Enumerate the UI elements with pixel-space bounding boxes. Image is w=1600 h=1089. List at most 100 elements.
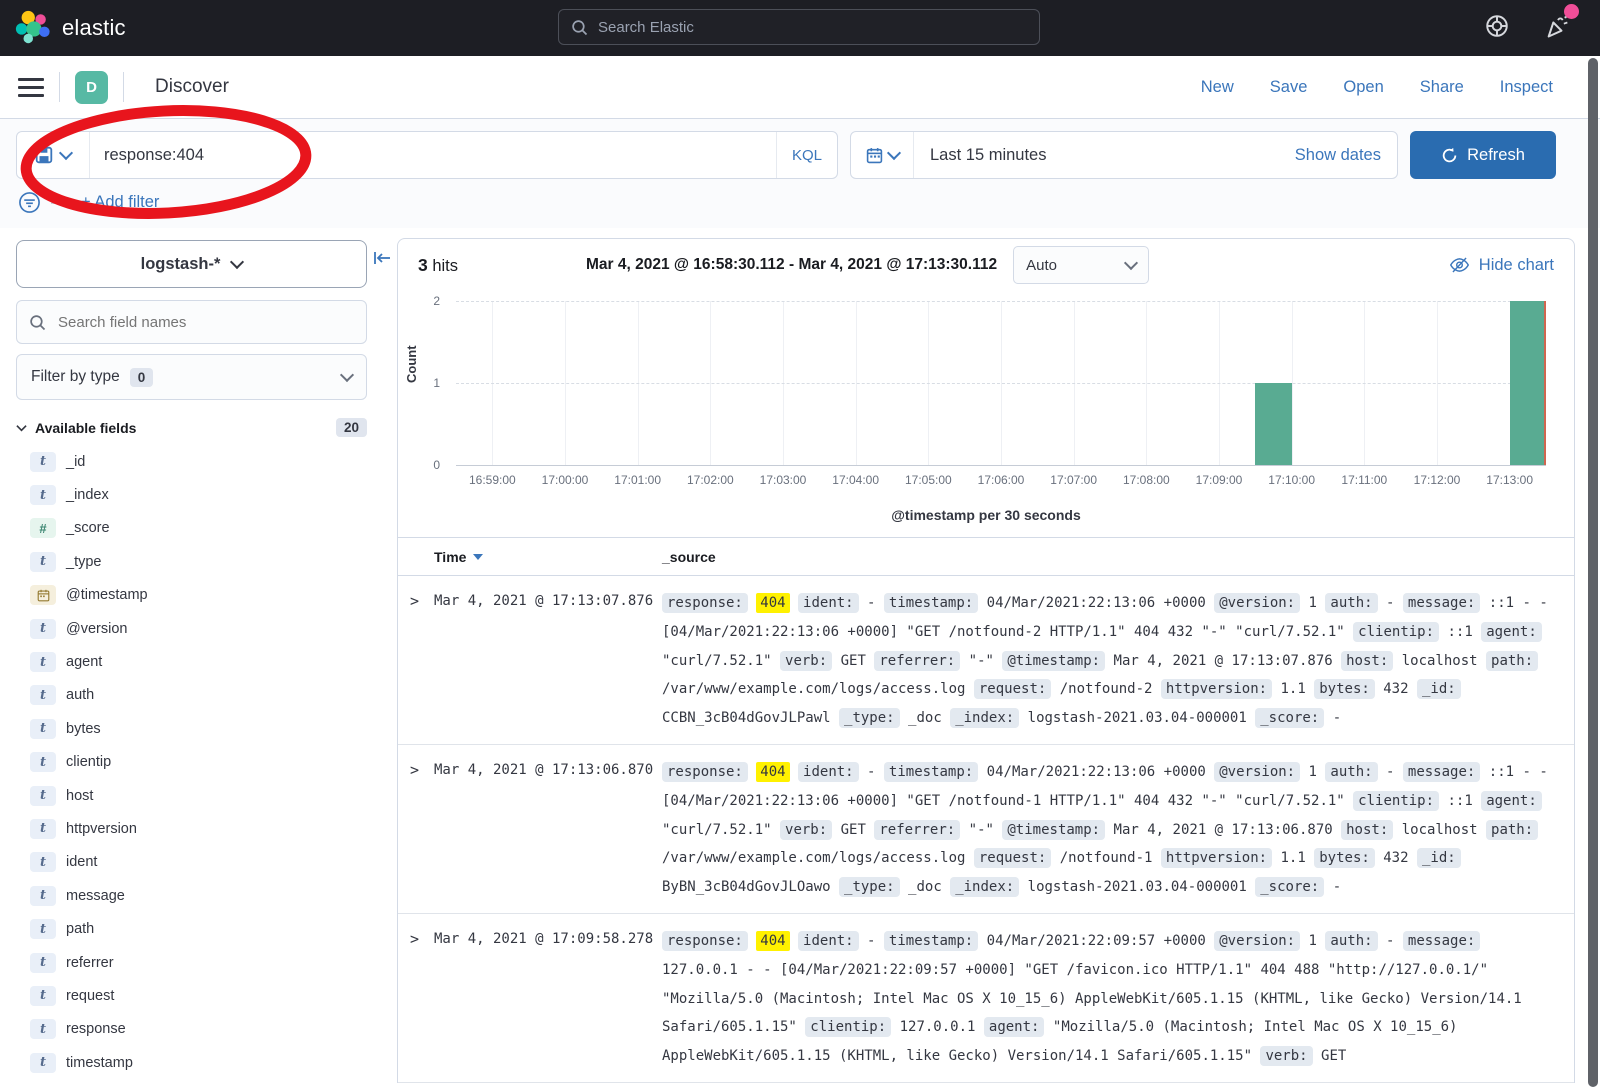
- type-filter-count-badge: 0: [130, 368, 154, 387]
- x-tick-label: 17:09:00: [1196, 473, 1243, 487]
- x-tick-label: 16:59:00: [469, 473, 516, 487]
- show-dates-button[interactable]: Show dates: [1295, 146, 1381, 165]
- x-tick-label: 17:13:00: [1486, 473, 1533, 487]
- source-column-header: _source: [662, 549, 1574, 565]
- source-field-badge: _index:: [950, 708, 1019, 728]
- calendar-icon: [866, 147, 883, 164]
- field-item-agent[interactable]: tagent: [30, 645, 367, 678]
- brand-name: elastic: [62, 15, 126, 41]
- field-item-path[interactable]: tpath: [30, 912, 367, 945]
- chevron-down-icon: [886, 146, 900, 160]
- query-input[interactable]: [90, 146, 776, 165]
- hide-chart-button[interactable]: Hide chart: [1449, 256, 1554, 275]
- refresh-icon: [1441, 147, 1458, 164]
- source-field-badge: ident:: [798, 593, 859, 613]
- source-field-badge: ident:: [798, 931, 859, 951]
- number-field-icon: #: [30, 518, 56, 538]
- filter-icon[interactable]: [18, 191, 41, 214]
- field-item-response[interactable]: tresponse: [30, 1013, 367, 1046]
- field-item-clientip[interactable]: tclientip: [30, 746, 367, 779]
- saved-query-menu-button[interactable]: [17, 132, 90, 178]
- string-field-icon: t: [30, 819, 56, 839]
- string-field-icon: t: [30, 986, 56, 1006]
- field-name: path: [66, 921, 94, 937]
- table-body: >Mar 4, 2021 @ 17:13:07.876response: 404…: [398, 576, 1574, 1083]
- row-timestamp: Mar 4, 2021 @ 17:13:06.870: [434, 758, 662, 902]
- expand-row-icon[interactable]: >: [410, 589, 434, 733]
- field-item-httpversion[interactable]: thttpversion: [30, 812, 367, 845]
- action-save-link[interactable]: Save: [1270, 78, 1308, 97]
- table-row: >Mar 4, 2021 @ 17:09:58.278response: 404…: [398, 914, 1574, 1083]
- menu-icon[interactable]: [18, 78, 44, 97]
- field-item-_id[interactable]: t_id: [30, 445, 367, 478]
- chevron-down-icon: [59, 146, 73, 160]
- field-item-_score[interactable]: #_score: [30, 512, 367, 545]
- chevron-down-icon: [16, 424, 27, 432]
- string-field-icon: t: [30, 1053, 56, 1073]
- field-item-request[interactable]: trequest: [30, 979, 367, 1012]
- vertical-scrollbar[interactable]: [1588, 58, 1598, 1087]
- field-item-timestamp[interactable]: ttimestamp: [30, 1046, 367, 1079]
- field-list: t_idt_index#_scoret_type@timestampt@vers…: [16, 445, 367, 1079]
- string-field-icon: t: [30, 852, 56, 872]
- field-name: agent: [66, 654, 102, 670]
- global-search-input[interactable]: Search Elastic: [558, 9, 1040, 45]
- x-tick-label: 17:04:00: [832, 473, 879, 487]
- documents-table: Time _source >Mar 4, 2021 @ 17:13:07.876…: [398, 537, 1574, 1083]
- discover-page: elastic Search Elastic: [0, 0, 1600, 1089]
- action-open-link[interactable]: Open: [1343, 78, 1383, 97]
- source-field-badge: response:: [662, 931, 748, 951]
- source-field-badge: clientip:: [1353, 622, 1439, 642]
- action-inspect-link[interactable]: Inspect: [1500, 78, 1553, 97]
- query-bar: KQL: [16, 131, 838, 179]
- action-share-link[interactable]: Share: [1420, 78, 1464, 97]
- row-source: response: 404 ident: - timestamp: 04/Mar…: [662, 589, 1548, 733]
- search-icon: [571, 19, 588, 36]
- field-item-_index[interactable]: t_index: [30, 478, 367, 511]
- expand-row-icon[interactable]: >: [410, 927, 434, 1071]
- search-icon: [29, 314, 46, 331]
- field-item-referrer[interactable]: treferrer: [30, 946, 367, 979]
- field-item-auth[interactable]: tauth: [30, 679, 367, 712]
- help-icon[interactable]: [1484, 13, 1510, 44]
- index-pattern-select[interactable]: logstash-*: [16, 240, 367, 288]
- histogram-bar-17:09:30[interactable]: [1255, 383, 1291, 465]
- hits-header: 3 hits Mar 4, 2021 @ 16:58:30.112 - Mar …: [398, 239, 1574, 291]
- source-field-badge: agent:: [1481, 622, 1542, 642]
- field-item-bytes[interactable]: tbytes: [30, 712, 367, 745]
- filter-by-type-select[interactable]: Filter by type 0: [16, 354, 367, 400]
- x-tick-label: 17:08:00: [1123, 473, 1170, 487]
- source-field-badge: verb:: [780, 651, 832, 671]
- discover-app-badge[interactable]: D: [75, 71, 108, 104]
- chart-time-range-title: Mar 4, 2021 @ 16:58:30.112 - Mar 4, 2021…: [586, 256, 997, 274]
- available-fields-header[interactable]: Available fields 20: [16, 418, 367, 437]
- query-language-button[interactable]: KQL: [776, 132, 837, 178]
- field-item-@timestamp[interactable]: @timestamp: [30, 579, 367, 612]
- elastic-logo[interactable]: elastic: [14, 9, 126, 47]
- x-axis-label: @timestamp per 30 seconds: [398, 507, 1574, 523]
- source-field-badge: host:: [1341, 651, 1393, 671]
- field-item-message[interactable]: tmessage: [30, 879, 367, 912]
- field-item-ident[interactable]: tident: [30, 846, 367, 879]
- action-new-link[interactable]: New: [1201, 78, 1234, 97]
- field-item-@version[interactable]: t@version: [30, 612, 367, 645]
- source-field-badge: message:: [1403, 762, 1480, 782]
- global-header: elastic Search Elastic: [0, 0, 1600, 56]
- collapse-sidebar-icon[interactable]: [373, 250, 391, 271]
- field-item-_type[interactable]: t_type: [30, 545, 367, 578]
- time-range-value[interactable]: Last 15 minutes: [930, 146, 1046, 165]
- sort-desc-icon[interactable]: [473, 554, 483, 560]
- field-search-input[interactable]: [56, 313, 354, 332]
- refresh-button[interactable]: Refresh: [1410, 131, 1556, 179]
- histogram-interval-select[interactable]: Auto: [1013, 246, 1149, 284]
- newsfeed-icon[interactable]: [1544, 12, 1572, 45]
- source-field-badge: httpversion:: [1161, 848, 1272, 868]
- source-field-badge: _score:: [1255, 877, 1324, 897]
- date-quick-select-button[interactable]: [851, 132, 914, 178]
- source-field-badge: @timestamp:: [1002, 820, 1105, 840]
- add-filter-button[interactable]: + Add filter: [81, 193, 159, 212]
- histogram-bar-17:13:00[interactable]: [1510, 301, 1546, 465]
- expand-row-icon[interactable]: >: [410, 758, 434, 902]
- time-column-header[interactable]: Time: [434, 549, 662, 565]
- field-item-host[interactable]: thost: [30, 779, 367, 812]
